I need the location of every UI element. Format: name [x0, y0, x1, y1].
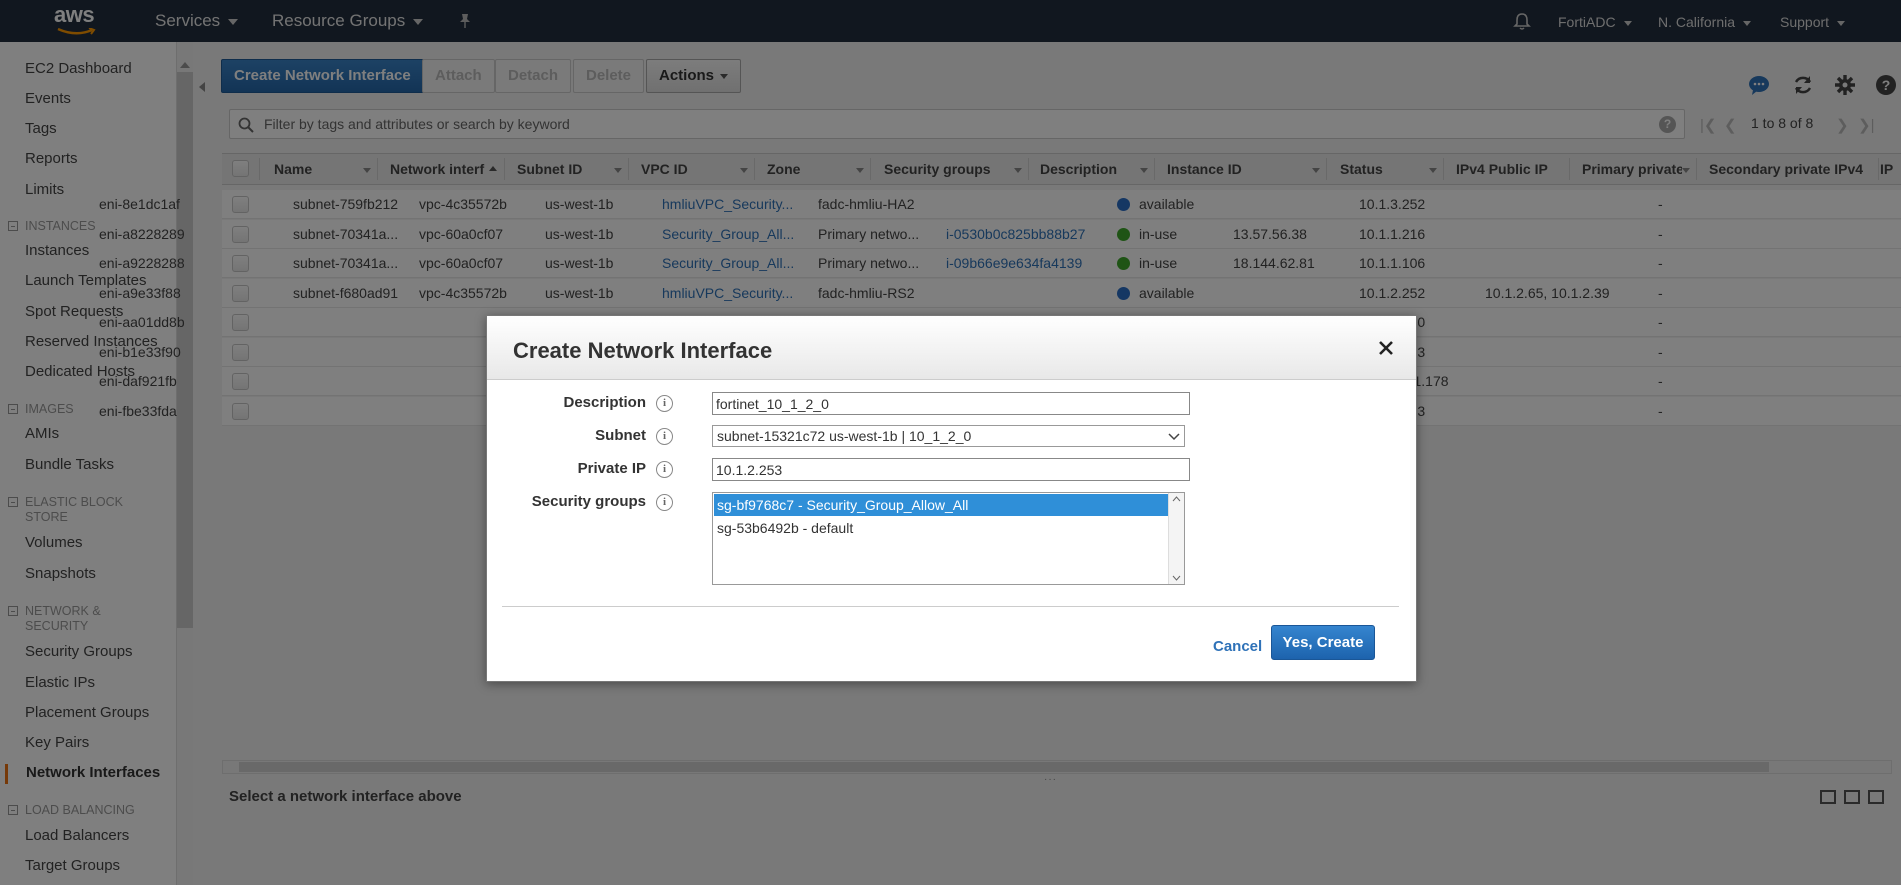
- dialog-title: Create Network Interface: [513, 338, 773, 363]
- cancel-button[interactable]: Cancel: [1213, 638, 1262, 655]
- private-ip-input[interactable]: [712, 458, 1190, 481]
- info-icon[interactable]: i: [656, 494, 673, 511]
- subnet-selected-value: subnet-15321c72 us-west-1b | 10_1_2_0: [717, 428, 972, 444]
- chevron-down-icon: [1168, 433, 1180, 441]
- description-input[interactable]: [712, 392, 1190, 415]
- info-icon[interactable]: i: [656, 461, 673, 478]
- subnet-label: Subnet: [595, 427, 646, 444]
- security-groups-listbox[interactable]: sg-bf9768c7 - Security_Group_Allow_All s…: [712, 492, 1185, 585]
- security-group-option[interactable]: sg-53b6492b - default: [714, 517, 1168, 539]
- scroll-up-icon[interactable]: [1172, 496, 1181, 502]
- listbox-scrollbar[interactable]: [1168, 493, 1184, 584]
- scroll-down-icon[interactable]: [1172, 575, 1181, 581]
- security-group-option[interactable]: sg-bf9768c7 - Security_Group_Allow_All: [714, 494, 1168, 516]
- description-label: Description: [563, 394, 646, 411]
- close-icon[interactable]: [1376, 338, 1396, 358]
- info-icon[interactable]: i: [656, 428, 673, 445]
- private-ip-label: Private IP: [577, 460, 646, 477]
- subnet-select[interactable]: subnet-15321c72 us-west-1b | 10_1_2_0: [712, 425, 1185, 447]
- info-icon[interactable]: i: [656, 395, 673, 412]
- yes-create-button[interactable]: Yes, Create: [1271, 625, 1375, 660]
- dialog-header: Create Network Interface: [487, 316, 1416, 380]
- create-network-interface-dialog: Create Network Interface Description i S…: [486, 315, 1417, 682]
- security-groups-label: Security groups: [531, 493, 646, 510]
- dialog-divider: [502, 606, 1399, 607]
